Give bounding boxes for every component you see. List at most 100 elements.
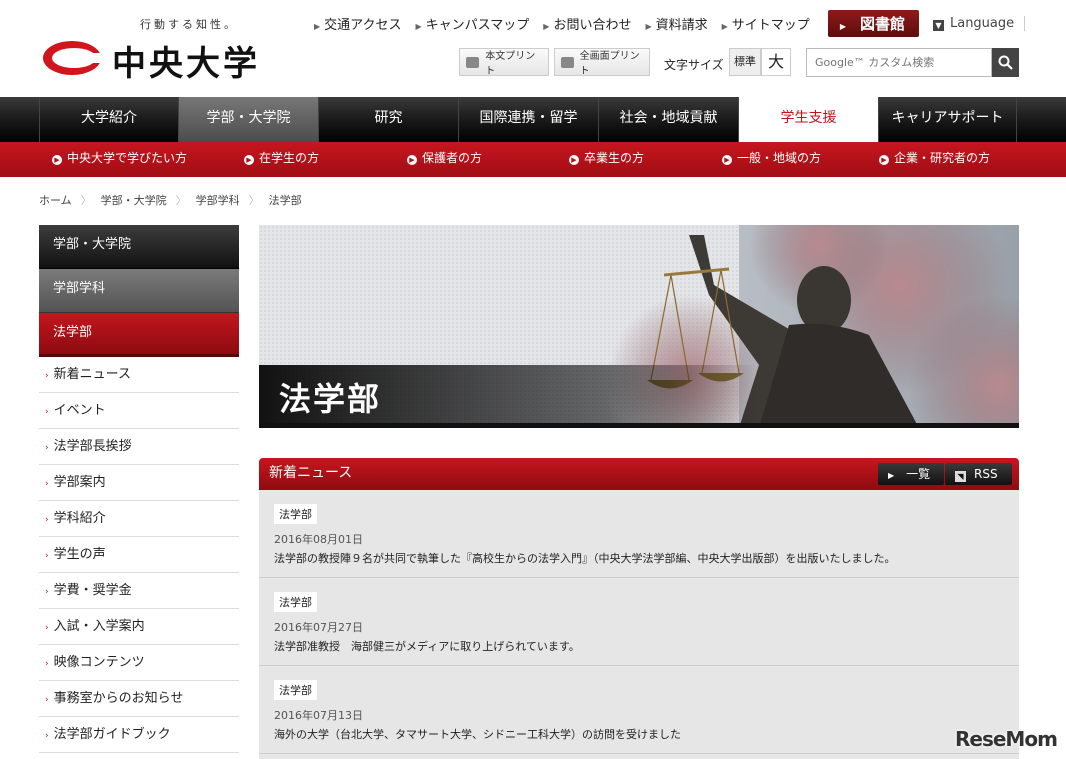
search-button[interactable]	[992, 48, 1019, 77]
sidebar-item-student-voices[interactable]: › 学生の声	[39, 537, 239, 573]
news-date: 2016年07月27日	[274, 621, 363, 634]
printer-icon	[466, 56, 480, 68]
global-nav-about[interactable]: 大学紹介	[39, 97, 179, 142]
util-link-request-materials[interactable]: ▶ 資料請求	[645, 14, 707, 33]
sidebar-heading-faculties[interactable]: 学部・大学院	[39, 225, 239, 269]
triangle-right-icon: ▶	[415, 22, 422, 31]
hero-title: 法学部	[279, 380, 382, 418]
triangle-right-icon: ▶	[314, 22, 321, 31]
font-size-standard-button[interactable]: 標準	[729, 48, 761, 76]
news-date: 2016年07月13日	[274, 709, 363, 722]
triangle-right-icon: ▶	[645, 22, 652, 31]
triangle-right-icon: ▶	[839, 22, 846, 31]
header: 行動する知性。 中央大学 ▶ 交通アクセス ▶ キャンパスマップ ▶ お問い合わせ ▶…	[0, 0, 1066, 97]
logo-tagline: 行動する知性。	[140, 18, 238, 31]
breadcrumb: ホーム 〉 学部・大学院 〉 学部学科 〉 法学部	[39, 192, 302, 208]
news-title-link[interactable]: 法学部准教授 海部健三がメディアに取り上げられています。	[274, 638, 580, 654]
chevron-right-icon: ›	[45, 407, 49, 417]
chevron-right-icon: ›	[45, 623, 49, 633]
news-item[interactable]: 法学部 2016年07月27日 法学部准教授 海部健三がメディアに取り上げられて…	[259, 578, 1019, 666]
sidebar-item-videos[interactable]: › 映像コンテンツ	[39, 645, 239, 681]
breadcrumb-faculties[interactable]: 学部・大学院	[101, 192, 167, 208]
chevron-right-icon: ›	[45, 659, 49, 669]
news-rss-button[interactable]: ◥ RSS	[945, 463, 1012, 485]
resemom-watermark: ReseMom	[955, 727, 1058, 751]
chevron-right-icon: ›	[45, 371, 49, 381]
global-nav: 大学紹介 学部・大学院 研究 国際連携・留学 社会・地域貢献 学生支援 キャリア…	[0, 97, 1066, 142]
sidebar-item-office-notices[interactable]: › 事務室からのお知らせ	[39, 681, 239, 717]
triangle-right-icon: ▶	[888, 471, 895, 480]
audience-parents[interactable]: ▶ 保護者の方	[407, 142, 569, 177]
util-link-contact[interactable]: ▶ お問い合わせ	[543, 14, 631, 33]
sidebar-item-events[interactable]: › イベント	[39, 393, 239, 429]
arrow-right-icon: ▶	[722, 155, 732, 165]
sidebar-item-tuition[interactable]: › 学費・奨学金	[39, 573, 239, 609]
global-nav-community[interactable]: 社会・地域貢献	[599, 97, 739, 142]
font-size-large-button[interactable]: 大	[761, 48, 791, 76]
audience-public[interactable]: ▶ 一般・地域の方	[722, 142, 879, 177]
news-item[interactable]: 法学部 2016年08月01日 法学部の教授陣９名が共同で執筆した『高校生からの…	[259, 490, 1019, 578]
sidebar-heading-law[interactable]: 法学部	[39, 313, 239, 357]
hero-banner: 法学部	[259, 225, 1019, 428]
util-link-sitemap[interactable]: ▶ サイトマップ	[722, 14, 810, 33]
util-link-campus-map[interactable]: ▶ キャンパスマップ	[416, 14, 530, 33]
sidebar-item-news[interactable]: › 新着ニュース	[39, 357, 239, 393]
news-title-link[interactable]: 海外の大学（台北大学、タマサート大学、シドニー工科大学）の訪問を受けました	[274, 726, 681, 742]
global-nav-research[interactable]: 研究	[319, 97, 459, 142]
global-nav-international[interactable]: 国際連携・留学	[459, 97, 599, 142]
chevron-right-icon: ›	[45, 587, 49, 597]
utility-nav: ▶ 交通アクセス ▶ キャンパスマップ ▶ お問い合わせ ▶ 資料請求 ▶ サイトマップ …	[314, 10, 1026, 37]
news-title-link[interactable]: 法学部の教授陣９名が共同で執筆した『高校生からの法学入門』（中央大学法学部編、中…	[274, 550, 896, 566]
arrow-right-icon: ▶	[879, 155, 889, 165]
audience-alumni[interactable]: ▶ 卒業生の方	[569, 142, 722, 177]
arrow-right-icon: ▶	[52, 155, 62, 165]
chevron-right-icon: 〉	[175, 194, 187, 207]
news-item[interactable]: 法学部 2016年07月13日 海外の大学（台北大学、タマサート大学、シドニー工…	[259, 666, 1019, 754]
library-button[interactable]: ▶ 図書館	[827, 10, 919, 37]
chevron-right-icon: ›	[45, 479, 49, 489]
triangle-right-icon: ▶	[721, 22, 728, 31]
news-category-badge: 法学部	[274, 680, 317, 700]
sidebar-item-admissions[interactable]: › 入試・入学案内	[39, 609, 239, 645]
util-link-access[interactable]: ▶ 交通アクセス	[314, 14, 402, 33]
arrow-right-icon: ▶	[569, 155, 579, 165]
news-list-button[interactable]: ▶ 一覧	[878, 463, 944, 485]
printer-icon	[561, 56, 574, 68]
font-size-label: 文字サイズ	[664, 58, 724, 72]
global-nav-student-support[interactable]: 学生支援	[739, 97, 879, 142]
audience-current-students[interactable]: ▶ 在学生の方	[244, 142, 407, 177]
arrow-right-icon: ▶	[244, 155, 254, 165]
chevron-right-icon: ›	[45, 443, 49, 453]
arrow-right-icon: ▶	[407, 155, 417, 165]
sidebar-item-guidebook[interactable]: › 法学部ガイドブック	[39, 717, 239, 753]
chevron-right-icon: ›	[45, 515, 49, 525]
global-nav-faculties[interactable]: 学部・大学院	[179, 97, 319, 142]
news-heading: 新着ニュース	[269, 465, 353, 481]
news-panel: 新着ニュース ▶ 一覧 ◥ RSS 法学部 2016年08月01日 法学部の教授陣９…	[259, 458, 1019, 759]
triangle-right-icon: ▶	[543, 22, 550, 31]
print-full-button[interactable]: 全画面プリント	[554, 48, 650, 77]
search-icon	[998, 55, 1013, 70]
breadcrumb-current: 法学部	[268, 194, 302, 207]
chevron-right-icon: ›	[45, 551, 49, 561]
print-body-button[interactable]: 本文プリント	[459, 48, 549, 77]
search-input[interactable]	[806, 48, 992, 77]
sidebar-heading-departments[interactable]: 学部学科	[39, 269, 239, 313]
sidebar-item-faculty-guide[interactable]: › 学部案内	[39, 465, 239, 501]
page: 行動する知性。 中央大学 ▶ 交通アクセス ▶ キャンパスマップ ▶ お問い合わせ ▶…	[0, 0, 1066, 759]
breadcrumb-home[interactable]: ホーム	[39, 192, 72, 208]
logo-mark-icon	[43, 41, 104, 75]
global-nav-career[interactable]: キャリアサポート	[879, 97, 1017, 142]
university-logo[interactable]: 行動する知性。 中央大学	[40, 14, 285, 84]
news-header: 新着ニュース ▶ 一覧 ◥ RSS	[259, 458, 1019, 490]
sidebar-item-departments[interactable]: › 学科紹介	[39, 501, 239, 537]
sidebar-item-dean-greeting[interactable]: › 法学部長挨拶	[39, 429, 239, 465]
audience-prospective[interactable]: ▶ 中央大学で学びたい方	[52, 142, 244, 177]
news-category-badge: 法学部	[274, 592, 317, 612]
audience-companies[interactable]: ▶ 企業・研究者の方	[879, 142, 990, 177]
audience-nav: ▶ 中央大学で学びたい方 ▶ 在学生の方 ▶ 保護者の方 ▶ 卒業生の方 ▶ 一般・地域の…	[0, 142, 1066, 177]
chevron-right-icon: 〉	[80, 194, 92, 207]
news-category-badge: 法学部	[274, 504, 317, 524]
breadcrumb-departments[interactable]: 学部学科	[196, 192, 240, 208]
language-button[interactable]: ▼ Language	[932, 16, 1026, 31]
